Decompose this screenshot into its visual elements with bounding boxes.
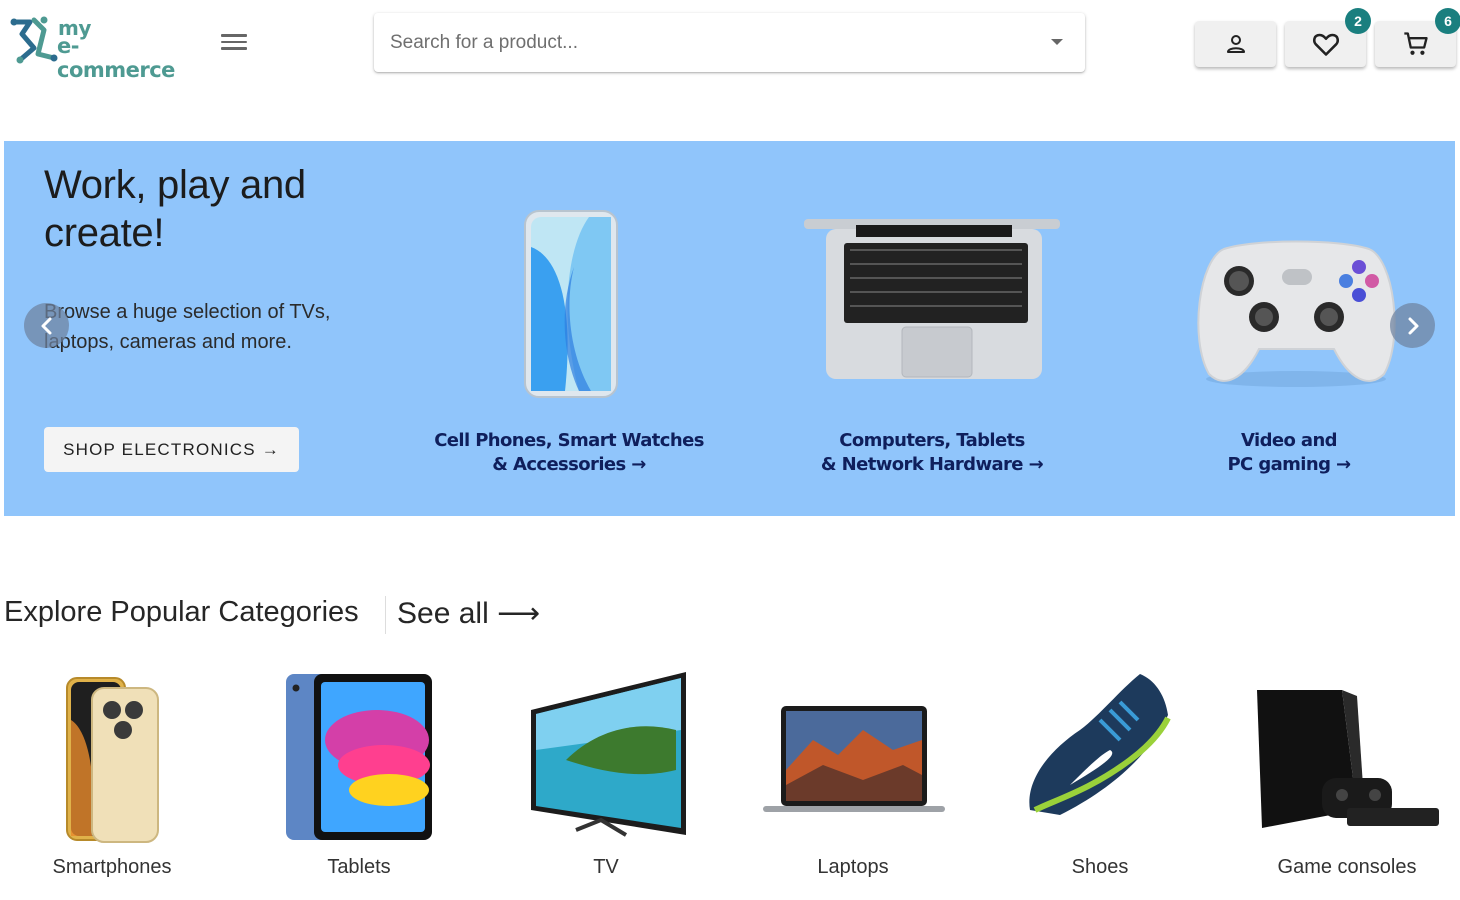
laptops-image [763,706,945,812]
hero-link-gaming[interactable]: Video and PC gaming → [1144,429,1434,477]
shop-electronics-button[interactable]: SHOP ELECTRONICS → [44,427,299,472]
category-tv[interactable]: TV [506,660,706,890]
hero-banner: Work, play and create! Browse a huge sel… [4,141,1455,516]
chevron-right-icon [1408,317,1418,334]
category-tablets[interactable]: Tablets [259,660,459,890]
tv-image [531,672,686,837]
chevron-down-icon[interactable] [1051,39,1063,45]
search-input[interactable] [390,13,1030,72]
smartphone-image [524,210,618,398]
logo[interactable]: my e-commerce [10,12,190,82]
cart-count-badge: 6 [1435,8,1460,34]
logo-text-ecommerce: e-commerce [57,34,175,82]
category-label: Game consoles [1277,856,1417,878]
carousel-prev-button[interactable] [24,303,69,348]
game-consoles-image [1257,690,1439,828]
search-box [374,13,1085,72]
wishlist-button[interactable]: 2 [1285,8,1371,67]
see-all-link[interactable]: See all ⟶ [397,596,540,631]
tablets-image [286,674,432,840]
category-smartphones[interactable]: Smartphones [12,660,212,890]
shoes-image [1029,674,1171,815]
category-game-consoles[interactable]: Game consoles [1247,660,1447,890]
category-laptops[interactable]: Laptops [753,660,953,890]
cart-icon [1403,32,1428,55]
category-label: Laptops [817,856,889,878]
hero-link-cell-phones[interactable]: Cell Phones, Smart Watches & Accessories… [414,429,724,477]
category-label: Shoes [1071,856,1129,878]
category-label: Tablets [327,856,391,878]
wishlist-count-badge: 2 [1345,8,1371,34]
header: my e-commerce 2 6 [0,0,1460,90]
hero-title: Work, play and create! [44,163,306,255]
heart-icon [1312,33,1339,56]
category-shoes[interactable]: Shoes [1000,660,1200,890]
categories-divider [385,596,386,634]
category-label: TV [593,856,619,878]
logo-icon [10,16,58,64]
chevron-left-icon [41,317,51,334]
hero-subtitle: Browse a huge selection of TVs, laptops,… [44,301,331,353]
user-icon [1226,35,1245,53]
cart-button[interactable]: 6 [1375,8,1460,67]
smartphones-image [66,677,159,843]
laptop-image [804,219,1060,379]
category-label: Smartphones [52,856,172,878]
account-button[interactable] [1195,21,1276,67]
carousel-next-button[interactable] [1390,303,1435,348]
game-controller-image [1197,240,1396,387]
menu-icon [221,34,247,37]
categories-heading: Explore Popular Categories [4,596,359,628]
hero-link-computers[interactable]: Computers, Tablets & Network Hardware → [777,429,1087,477]
menu-button[interactable] [216,30,252,58]
